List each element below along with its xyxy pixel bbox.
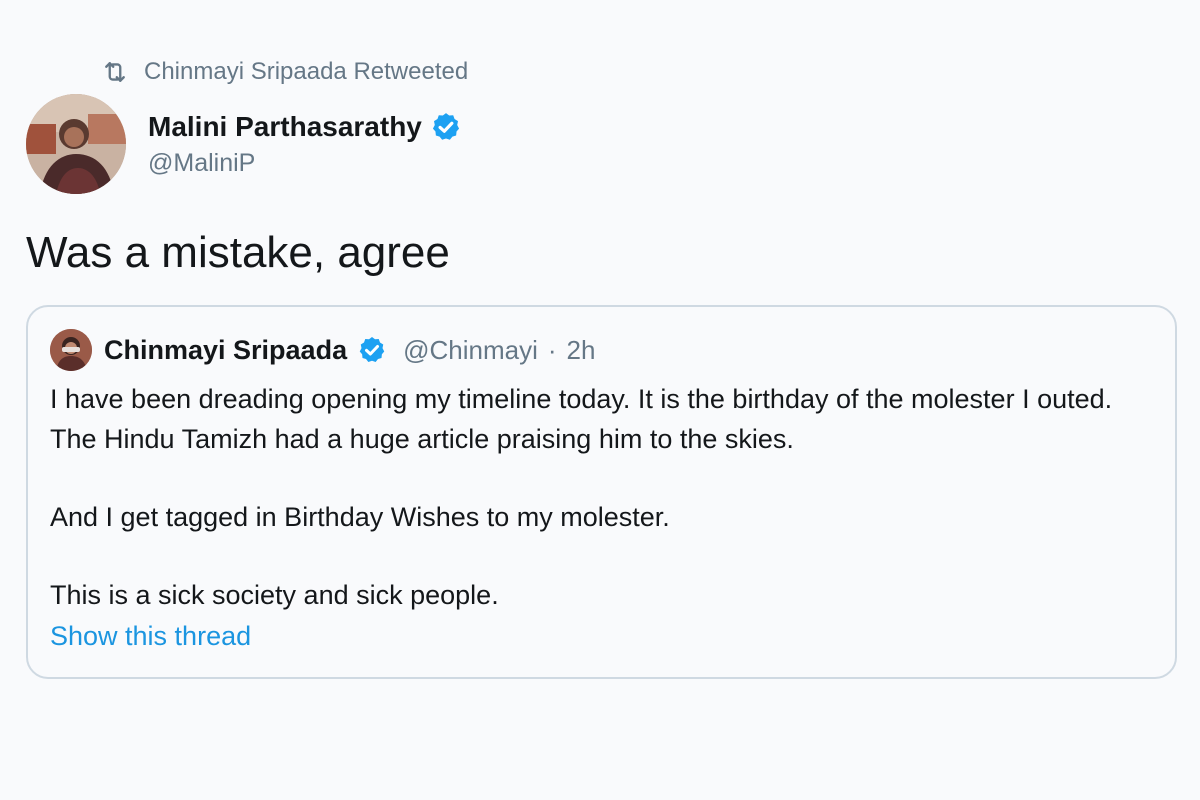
author-name[interactable]: Malini Parthasarathy bbox=[148, 111, 422, 143]
author-handle[interactable]: @MaliniP bbox=[148, 149, 462, 178]
quoted-verified-badge-icon bbox=[359, 337, 385, 362]
retweet-context: Chinmayi Sripaada Retweeted bbox=[100, 58, 468, 86]
quoted-tweet-body: I have been dreading opening my timeline… bbox=[50, 379, 1160, 615]
quoted-timestamp: 2h bbox=[566, 334, 596, 365]
quoted-author-name: Chinmayi Sripaada bbox=[104, 334, 348, 365]
quoted-tweet-header: Chinmayi Sripaada @Chinmayi · 2h bbox=[50, 329, 595, 371]
quoted-author-handle: @Chinmayi bbox=[403, 334, 538, 365]
retweet-icon bbox=[105, 62, 125, 82]
author-avatar[interactable] bbox=[26, 94, 126, 194]
quoted-tweet-paragraph: This is a sick society and sick people. bbox=[50, 580, 499, 610]
quoted-tweet-card[interactable]: Chinmayi Sripaada @Chinmayi · 2h I have … bbox=[26, 305, 1177, 679]
quoted-time-separator: · bbox=[547, 334, 557, 365]
quoted-tweet-paragraph: I have been dreading opening my timeline… bbox=[50, 384, 1113, 454]
retweet-label: Chinmayi Sripaada Retweeted bbox=[144, 58, 469, 85]
tweet-author: Malini Parthasarathy @MaliniP bbox=[26, 94, 462, 194]
quoted-author-avatar bbox=[50, 329, 92, 371]
verified-badge-icon bbox=[432, 112, 459, 140]
show-thread-link[interactable]: Show this thread bbox=[50, 621, 251, 652]
tweet-page: Chinmayi Sripaada Retweeted Malini Parth… bbox=[0, 0, 1200, 800]
quoted-tweet-paragraph: And I get tagged in Birthday Wishes to m… bbox=[50, 502, 670, 532]
tweet-text: Was a mistake, agree bbox=[26, 228, 450, 277]
